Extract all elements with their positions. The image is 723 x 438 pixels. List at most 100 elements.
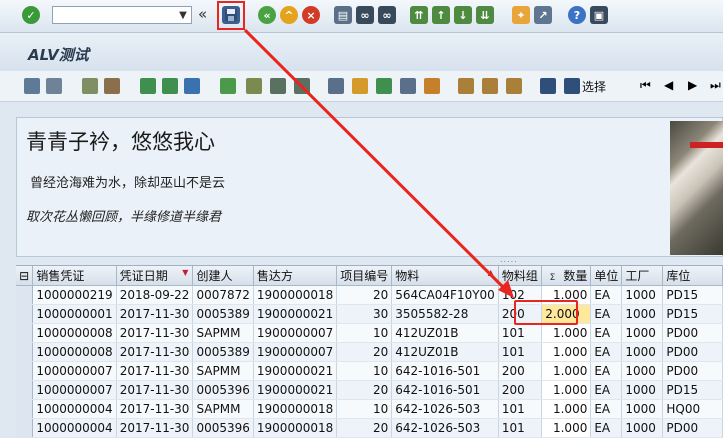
column-header[interactable]: 项目编号 <box>336 266 393 286</box>
shortcut-icon[interactable]: ↗ <box>534 6 552 24</box>
table-row[interactable]: 1000000001 2017-11-30 0005389 1900000021 30 3… <box>16 304 723 324</box>
alv-grid: ⊟ 销售凭证 凭证日期 ▼ 创建人 售达方 项目编号 物料 ▲ 物料组 Σ 数量 单位… <box>16 265 723 438</box>
abc-analysis-icon[interactable] <box>424 78 440 94</box>
subtotal-icon[interactable] <box>246 78 262 94</box>
cancel-icon[interactable]: × <box>302 6 320 24</box>
select-info-icon[interactable] <box>564 78 580 94</box>
table-row[interactable]: 1000000008 2017-11-30 SAPMM 1900000007 10 412… <box>16 323 723 343</box>
help-icon[interactable]: ? <box>568 6 586 24</box>
next-page-nav-icon[interactable]: ▶ <box>688 78 697 92</box>
table-cell[interactable]: 1.000 <box>541 361 592 381</box>
column-header[interactable]: 售达方 <box>253 266 338 286</box>
word-icon[interactable] <box>400 78 416 94</box>
table-cell: 101 <box>498 399 543 419</box>
edit-icon[interactable] <box>104 78 120 94</box>
row-selector[interactable] <box>16 361 34 381</box>
table-cell: 101 <box>498 323 543 343</box>
insert-row-icon[interactable] <box>270 78 286 94</box>
command-field[interactable] <box>52 6 192 24</box>
column-header[interactable]: 物料组 <box>498 266 543 286</box>
page-title: ALV测试 <box>28 46 89 64</box>
next-page-icon[interactable]: ↓ <box>454 6 472 24</box>
layout-grid-icon[interactable] <box>458 78 474 94</box>
table-cell: 2017-11-30 <box>116 342 194 362</box>
export-icon[interactable] <box>352 78 368 94</box>
table-cell: EA <box>590 380 623 400</box>
sort-descending-icon[interactable] <box>162 78 178 94</box>
details-icon[interactable] <box>24 78 40 94</box>
sort-ascending-icon[interactable] <box>140 78 156 94</box>
check-entries-icon[interactable] <box>82 78 98 94</box>
table-cell: 1000000008 <box>32 323 117 343</box>
table-cell: 2017-11-30 <box>116 361 194 381</box>
column-header[interactable]: Σ 数量 <box>541 266 592 286</box>
last-page-nav-icon[interactable]: ⏭ <box>710 78 721 93</box>
table-cell[interactable]: 1.000 <box>541 418 592 438</box>
table-cell[interactable]: 1.000 <box>541 380 592 400</box>
header-line-1: 青青子衿，悠悠我心 <box>26 130 215 154</box>
table-row[interactable]: 1000000007 2017-11-30 SAPMM 1900000021 10 642… <box>16 361 723 381</box>
table-cell: 1000 <box>621 399 664 419</box>
column-header[interactable]: 物料 ▲ <box>391 266 499 286</box>
layout-icon[interactable]: ▣ <box>590 6 608 24</box>
select-button[interactable]: 选择 <box>582 78 606 95</box>
table-row[interactable]: 1000000008 2017-11-30 0005389 1900000007 20 4… <box>16 342 723 362</box>
column-header[interactable]: 工厂 <box>621 266 664 286</box>
row-selector[interactable] <box>16 380 34 400</box>
info-icon[interactable] <box>540 78 556 94</box>
table-cell: 2017-11-30 <box>116 380 194 400</box>
table-cell: 1000000008 <box>32 342 117 362</box>
table-cell: 30 <box>336 304 393 324</box>
table-row[interactable]: 1000000004 2017-11-30 0005396 1900000018 20 6… <box>16 418 723 438</box>
row-selector[interactable] <box>16 323 34 343</box>
create-session-icon[interactable]: ✦ <box>512 6 530 24</box>
splitter-handle[interactable]: ..... <box>500 255 518 264</box>
table-cell: 1000 <box>621 380 664 400</box>
table-cell[interactable]: 1.000 <box>541 342 592 362</box>
table-cell[interactable]: 1.000 <box>541 323 592 343</box>
table-cell: 1900000021 <box>253 361 338 381</box>
save-layout-icon[interactable] <box>506 78 522 94</box>
delete-row-icon[interactable] <box>294 78 310 94</box>
table-cell: PD15 <box>662 285 723 305</box>
table-cell: EA <box>590 285 623 305</box>
first-page-nav-icon[interactable]: ⏮ <box>640 78 651 93</box>
filter-icon[interactable] <box>184 78 200 94</box>
table-cell: 101 <box>498 342 543 362</box>
select-all-icon[interactable]: ⊟ <box>16 266 34 286</box>
column-header[interactable]: 库位 <box>662 266 723 286</box>
print-icon[interactable]: ▤ <box>334 6 352 24</box>
sum-icon[interactable] <box>220 78 236 94</box>
table-row[interactable]: 1000000004 2017-11-30 SAPMM 1900000018 10 642… <box>16 399 723 419</box>
find-icon[interactable]: ∞ <box>356 6 374 24</box>
check-icon[interactable]: ✓ <box>22 6 40 24</box>
refresh-icon[interactable] <box>46 78 62 94</box>
table-cell[interactable]: 1.000 <box>541 399 592 419</box>
choose-layout-icon[interactable] <box>482 78 498 94</box>
exit-icon[interactable]: ^ <box>280 6 298 24</box>
table-row[interactable]: 1000000007 2017-11-30 0005396 1900000021 20 6… <box>16 380 723 400</box>
nav-back-icon[interactable]: « <box>198 5 207 23</box>
chevron-down-icon[interactable]: ▼ <box>174 6 192 24</box>
table-row[interactable]: 1000000219 2018-09-22 0007872 1900000018 20 5… <box>16 285 723 305</box>
row-selector[interactable] <box>16 418 34 438</box>
column-header[interactable]: 单位 <box>590 266 623 286</box>
column-header[interactable]: 销售凭证 <box>32 266 117 286</box>
prev-page-nav-icon[interactable]: ◀ <box>664 78 673 92</box>
table-cell: 642-1026-503 <box>391 399 499 419</box>
prev-page-icon[interactable]: ↑ <box>432 6 450 24</box>
last-page-icon[interactable]: ⇊ <box>476 6 494 24</box>
column-header[interactable]: 凭证日期 ▼ <box>116 266 194 286</box>
row-selector[interactable] <box>16 285 34 305</box>
first-page-icon[interactable]: ⇈ <box>410 6 428 24</box>
send-icon[interactable] <box>376 78 392 94</box>
row-selector[interactable] <box>16 304 34 324</box>
column-header[interactable]: 创建人 <box>192 266 254 286</box>
print-preview-icon[interactable] <box>328 78 344 94</box>
table-cell: 1000000004 <box>32 399 117 419</box>
table-cell: 10 <box>336 399 393 419</box>
find-next-icon[interactable]: ∞ <box>378 6 396 24</box>
row-selector[interactable] <box>16 342 34 362</box>
row-selector[interactable] <box>16 399 34 419</box>
back-icon[interactable]: « <box>258 6 276 24</box>
